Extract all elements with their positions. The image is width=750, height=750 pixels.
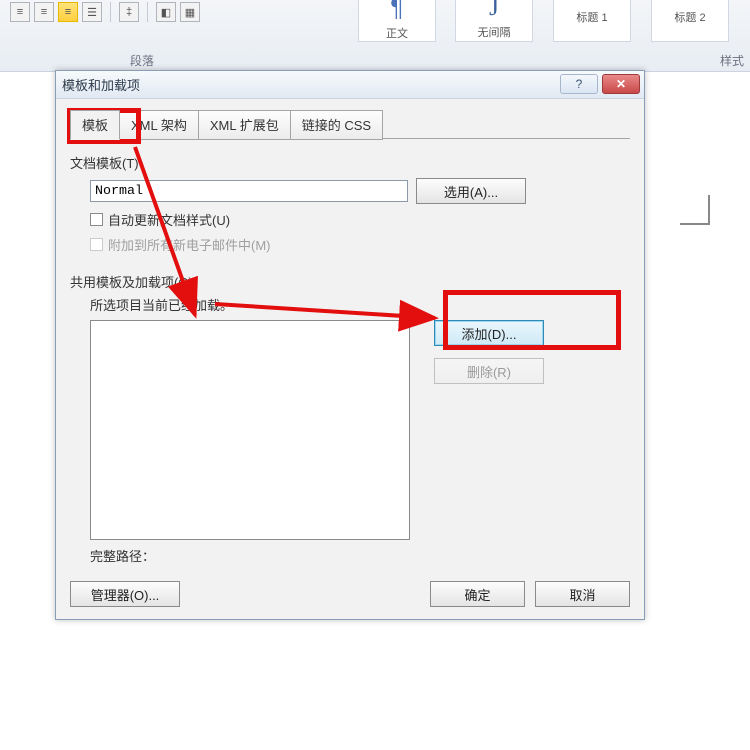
tab-linked-css[interactable]: 链接的 CSS [290,110,383,140]
tab-template[interactable]: 模板 [70,110,120,140]
borders-icon[interactable]: ▦ [180,2,200,22]
distribute-icon[interactable]: ☰ [82,2,102,22]
style-normal[interactable]: ¶ 正文 [358,0,436,42]
help-button[interactable]: ? [560,74,598,94]
line-spacing-icon[interactable]: ‡ [119,2,139,22]
dialog-bottom-row: 管理器(O)... 确定 取消 [70,581,630,607]
checkbox-icon [90,238,103,251]
shared-templates-label: 共用模板及加载项(G) [70,272,630,291]
ribbon-toolbar: ≡ ≡ ≡ ☰ ‡ ◧ ▦ [10,2,200,22]
style-heading2[interactable]: 标题 2 [651,0,729,42]
align-center-icon[interactable]: ≡ [34,2,54,22]
addins-listbox[interactable] [90,320,410,540]
ok-button[interactable]: 确定 [430,581,525,607]
checkbox-icon [90,213,103,226]
doc-template-label: 文档模板(T) [70,153,630,172]
loaded-note: 所选项目当前已经加载。 [90,295,630,314]
tab-xml-schema[interactable]: XML 架构 [119,110,199,140]
dialog-body: 模板 XML 架构 XML 扩展包 链接的 CSS 文档模板(T) 选用(A).… [56,99,644,619]
style-nospacing[interactable]: J 无间隔 [455,0,533,42]
style-heading1[interactable]: 标题 1 [553,0,631,42]
select-button[interactable]: 选用(A)... [416,178,526,204]
separator [110,2,111,22]
remove-button: 删除(R) [434,358,544,384]
ribbon-group-paragraph: 段落 [130,52,154,69]
shading-icon[interactable]: ◧ [156,2,176,22]
separator [147,2,148,22]
add-button[interactable]: 添加(D)... [434,320,544,346]
full-path-label: 完整路径： [90,546,630,565]
tab-xml-expand[interactable]: XML 扩展包 [198,110,291,140]
tabstrip: 模板 XML 架构 XML 扩展包 链接的 CSS [70,109,630,139]
doc-template-input[interactable] [90,180,408,202]
cancel-button[interactable]: 取消 [535,581,630,607]
document-cursor-edge [680,195,710,225]
auto-update-checkbox[interactable]: 自动更新文档样式(U) [90,210,630,229]
dialog-title: 模板和加载项 [62,75,140,94]
templates-dialog: 模板和加载项 ? ✕ 模板 XML 架构 XML 扩展包 链接的 CSS 文档模… [55,70,645,620]
ribbon-bg: ≡ ≡ ≡ ☰ ‡ ◧ ▦ 段落 样式 ¶ 正文 J 无间隔 标题 1 标题 2 [0,0,750,72]
close-button[interactable]: ✕ [602,74,640,94]
organizer-button[interactable]: 管理器(O)... [70,581,180,607]
ribbon-group-style: 样式 [720,52,744,69]
align-left-icon[interactable]: ≡ [10,2,30,22]
dialog-titlebar: 模板和加载项 ? ✕ [56,71,644,99]
attach-mail-checkbox: 附加到所有新电子邮件中(M) [90,235,630,254]
align-justify-icon[interactable]: ≡ [58,2,78,22]
